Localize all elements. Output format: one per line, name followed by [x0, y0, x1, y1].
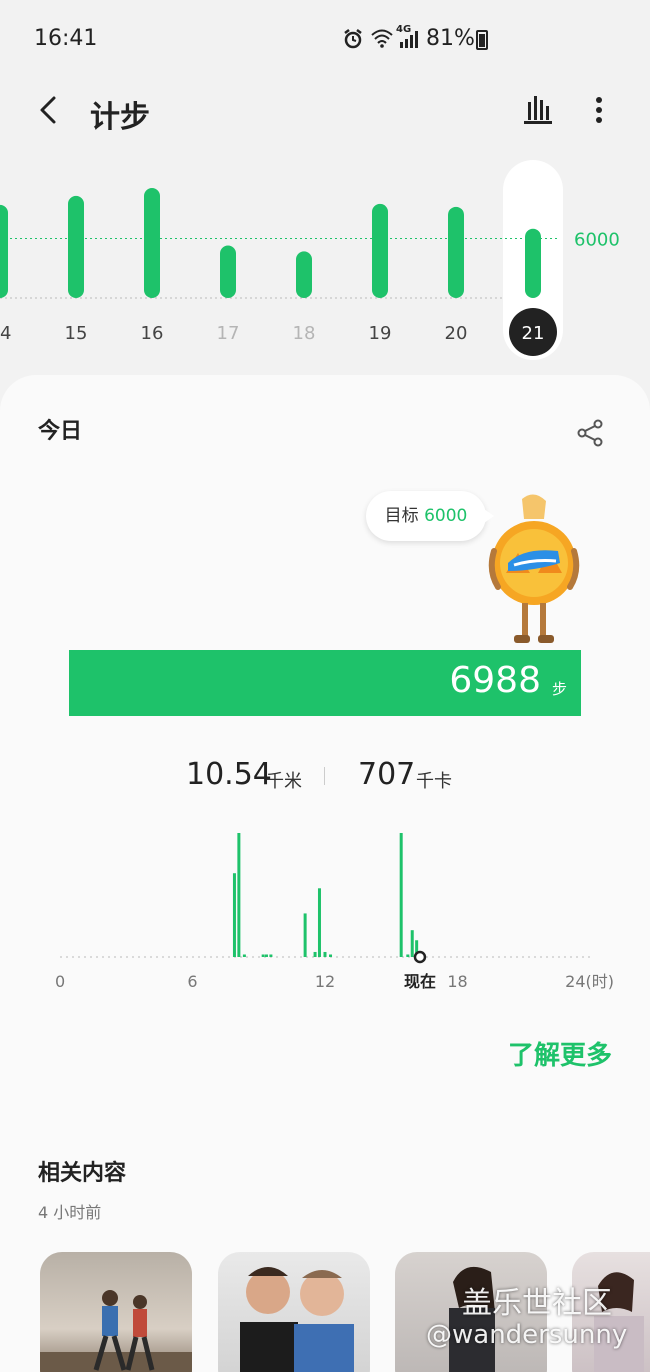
weekly-steps-chart[interactable]: 6000 14 15 16 17 18 19 20 21: [0, 150, 650, 370]
stat-divider: [324, 767, 325, 785]
week-day-label-15[interactable]: 15: [65, 323, 88, 344]
week-bar-18[interactable]: [296, 251, 312, 298]
hourly-bar: [317, 888, 321, 957]
week-day-label-21[interactable]: 21: [522, 323, 545, 344]
goal-bubble: 目标 6000: [366, 491, 494, 541]
calories-unit: 千卡: [416, 771, 452, 792]
week-bar-16[interactable]: [144, 188, 160, 298]
back-arrow-icon[interactable]: [28, 88, 72, 132]
goal-value: 6000: [424, 506, 468, 526]
distance-unit: 千米: [266, 771, 302, 792]
hourly-bar: [399, 833, 403, 957]
hourly-bar: [323, 951, 327, 957]
signal-icon: [400, 31, 418, 48]
related-time: 4 小时前: [38, 1203, 102, 1222]
related-title: 相关内容: [38, 1161, 127, 1186]
week-bar-19[interactable]: [372, 203, 388, 298]
distance-value: 10.54: [186, 757, 272, 792]
learn-more-link[interactable]: 了解更多: [508, 1035, 612, 1072]
bar-chart-icon[interactable]: [518, 90, 558, 130]
week-bar-17[interactable]: [220, 245, 236, 298]
hourly-bar: [313, 951, 317, 957]
hourly-bar: [237, 833, 241, 957]
today-label: 今日: [38, 419, 83, 444]
goal-prefix: 目标: [384, 506, 419, 526]
week-bar-20[interactable]: [448, 206, 464, 298]
alarm-icon: [344, 29, 362, 49]
week-day-label-17[interactable]: 17: [217, 323, 240, 344]
app-header: 计步: [0, 80, 650, 144]
week-day-label-20[interactable]: 20: [445, 323, 468, 344]
today-stats: 10.54 千米 707 千卡: [0, 757, 650, 797]
hourly-bar: [410, 930, 414, 957]
today-card: 今日 目标 6000 6988 步 10.54 千米 707 千卡 0 6 12 18…: [0, 375, 650, 1372]
hourly-bar: [269, 954, 273, 957]
hourly-bar: [232, 873, 236, 957]
hourly-bar: [261, 954, 265, 957]
status-bar: 16:41 4G 81%: [0, 0, 650, 80]
hourly-bar: [264, 954, 268, 957]
hourly-bar: [406, 954, 410, 957]
week-day-label-18[interactable]: 18: [293, 323, 316, 344]
watermark-line2: @wandersunny: [426, 1320, 628, 1350]
trainers-image[interactable]: [218, 1252, 370, 1372]
week-day-label-19[interactable]: 19: [369, 323, 392, 344]
hourly-bar: [242, 954, 246, 957]
sun-mascot-icon: [488, 494, 580, 643]
week-bar-14[interactable]: [0, 204, 8, 298]
hourly-tick-label: 0: [55, 972, 65, 991]
hourly-bar: [303, 913, 307, 957]
wifi-icon: [371, 29, 393, 48]
steps-value: 6988: [449, 660, 541, 701]
hourly-tick-label: 6: [187, 972, 197, 991]
week-bar-15[interactable]: [68, 195, 84, 298]
week-day-label-16[interactable]: 16: [141, 323, 164, 344]
week-bar-21[interactable]: [525, 228, 541, 298]
share-icon[interactable]: [574, 417, 606, 449]
battery-icon: [476, 30, 488, 50]
status-time: 16:41: [34, 26, 98, 51]
more-vertical-icon[interactable]: [584, 90, 614, 130]
goal-line-label: 6000: [574, 230, 620, 251]
calories-value: 707: [358, 757, 416, 792]
running-couple-image[interactable]: [40, 1252, 192, 1372]
hourly-tick-label: 24(时): [565, 972, 614, 991]
hourly-tick-label: 12: [315, 972, 335, 991]
now-label: 现在: [404, 972, 436, 991]
hourly-bar: [329, 954, 333, 957]
hourly-tick-label: 18: [447, 972, 467, 991]
steps-unit: 步: [551, 680, 567, 698]
steps-progress-bar: 6988 步: [69, 650, 581, 716]
watermark-line1: 盖乐世社区: [462, 1286, 612, 1321]
hourly-steps-chart: 0 6 12 18 24(时) 现在: [55, 833, 614, 991]
now-marker: [413, 950, 427, 964]
battery-percent: 81%: [426, 26, 475, 51]
page-title: 计步: [90, 100, 150, 135]
week-day-label-14[interactable]: 14: [0, 323, 11, 344]
